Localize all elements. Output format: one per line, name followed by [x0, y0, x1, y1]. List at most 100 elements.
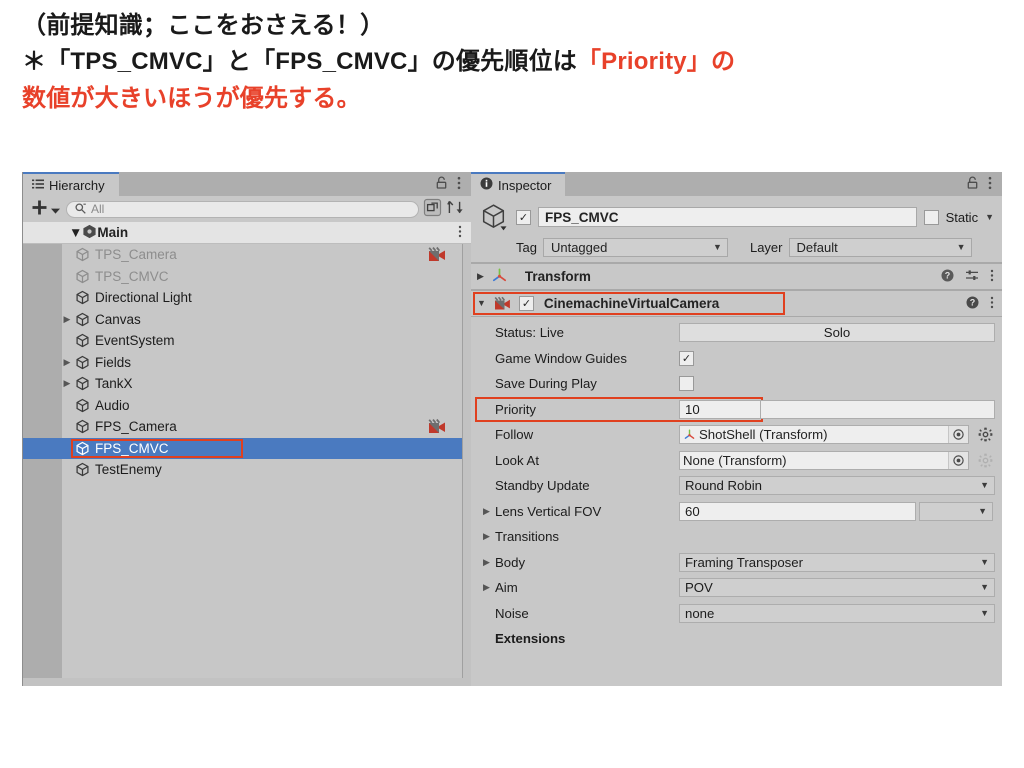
hierarchy-row-list: TPS_Camera TPS_CMVC Directional Light ▶ Canv… — [23, 244, 462, 481]
sort-icon[interactable] — [446, 198, 465, 220]
tab-hierarchy[interactable]: Hierarchy — [23, 172, 119, 196]
open-in-window-icon[interactable] — [423, 198, 442, 220]
lens-preset-dropdown[interactable]: ▼ — [919, 501, 993, 521]
tag-dropdown[interactable]: Untagged ▼ — [542, 238, 728, 257]
component-more-menu-icon[interactable] — [990, 269, 994, 285]
static-checkbox[interactable]: ✓ — [923, 209, 939, 225]
property-row-look-at: Look At None (Transform) — [471, 448, 1002, 474]
foldout-icon[interactable]: ▶ — [61, 378, 73, 389]
hierarchy-item-testenemy[interactable]: TestEnemy — [23, 459, 462, 481]
inspector-tabbar: Inspector — [471, 172, 1002, 196]
gameobject-cube-icon — [75, 462, 90, 477]
property-label: Transitions — [495, 529, 560, 545]
component-header-transform[interactable]: ▶ Transform ? — [471, 263, 1002, 290]
object-name-field[interactable]: FPS_CMVC — [538, 207, 917, 227]
property-row-save-during-play: Save During Play ✓ — [471, 371, 1002, 397]
component-more-menu-icon[interactable] — [990, 296, 994, 312]
chevron-down-icon — [51, 202, 60, 217]
property-dropdown[interactable]: Round Robin ▼ — [679, 476, 995, 496]
property-dropdown-value: Round Robin — [685, 478, 762, 494]
property-row-standby-update: Standby Update Round Robin ▼ — [471, 473, 1002, 499]
hierarchy-item-tps-camera[interactable]: TPS_Camera — [23, 244, 462, 266]
gameobject-cube-icon — [75, 247, 90, 262]
scene-more-menu-icon[interactable] — [458, 225, 462, 241]
inspector-more-menu-icon[interactable] — [988, 176, 992, 193]
slide-root: （前提知識；ここをおさえる！） ＊「TPS_CMVC」と「FPS_CMVC」の優… — [0, 0, 1024, 768]
lens-fov-input[interactable]: 60 — [679, 501, 916, 521]
hierarchy-item-audio[interactable]: Audio — [23, 395, 462, 417]
chevron-down-icon: ▼ — [980, 582, 989, 593]
hierarchy-item-tps-cmvc[interactable]: TPS_CMVC — [23, 266, 462, 288]
priority-input[interactable]: 10 — [679, 399, 761, 419]
create-object-button[interactable] — [29, 199, 62, 219]
property-dropdown-value: POV — [685, 580, 713, 596]
cinemachine-enabled-checkbox[interactable]: ✓ — [518, 296, 534, 311]
lock-icon[interactable] — [436, 176, 447, 192]
preset-settings-icon[interactable] — [965, 269, 979, 285]
layer-dropdown[interactable]: Default ▼ — [788, 238, 972, 257]
hierarchy-item-tankx[interactable]: ▶ TankX — [23, 373, 462, 395]
property-row-aim: ▶ Aim POV ▼ — [471, 575, 1002, 601]
scene-row-main[interactable]: ▼ Main — [23, 222, 471, 244]
cinemachine-component-name: CinemachineVirtualCamera — [543, 296, 720, 311]
hierarchy-item-fps-cmvc[interactable]: FPS_CMVC — [23, 437, 462, 459]
property-dropdown-value: none — [685, 605, 715, 621]
tab-inspector-label: Inspector — [498, 177, 552, 193]
gameobject-icon — [479, 202, 509, 232]
component-header-cinemachine-virtual-camera[interactable]: ▼ ✓ CinemachineVirtualCamera ? — [471, 290, 1002, 317]
property-label: Save During Play — [495, 376, 597, 392]
transform-foldout-icon[interactable]: ▶ — [477, 272, 484, 281]
help-icon[interactable]: ? — [941, 269, 954, 285]
foldout-icon[interactable]: ▶ — [61, 357, 73, 368]
object-picker-icon[interactable] — [948, 451, 968, 469]
object-picker-icon[interactable] — [948, 426, 968, 444]
hierarchy-search-input[interactable]: All — [66, 200, 419, 218]
property-row-extensions: Extensions — [471, 626, 1002, 652]
object-reference-field[interactable]: ShotShell (Transform) — [679, 425, 969, 445]
hierarchy-more-menu-icon[interactable] — [457, 176, 461, 191]
property-label: Game Window Guides — [495, 350, 627, 366]
property-dropdown[interactable]: Framing Transposer ▼ — [679, 552, 995, 572]
object-enabled-checkbox[interactable]: ✓ — [516, 209, 531, 225]
scene-name: Main — [97, 225, 129, 240]
gameobject-cube-icon — [75, 419, 90, 434]
gear-icon[interactable] — [978, 453, 993, 468]
transform-header-actions: ? — [941, 269, 994, 285]
property-dropdown[interactable]: POV ▼ — [679, 578, 995, 598]
hierarchy-items-area: TPS_Camera TPS_CMVC Directional Light ▶ Canv… — [23, 244, 463, 678]
inspector-tag-layer-row: Tag Untagged ▼ Layer Default ▼ — [479, 238, 994, 257]
hierarchy-item-label: Audio — [95, 397, 130, 413]
property-label: Standby Update — [495, 478, 590, 494]
hierarchy-item-canvas[interactable]: ▶ Canvas — [23, 309, 462, 331]
hierarchy-item-fps-camera[interactable]: FPS_Camera — [23, 416, 462, 438]
hierarchy-item-label: Fields — [95, 354, 132, 370]
gear-icon[interactable] — [978, 427, 993, 442]
cinemachine-foldout-icon[interactable]: ▼ — [477, 299, 486, 308]
hierarchy-item-eventsystem[interactable]: EventSystem — [23, 330, 462, 352]
object-reference-field[interactable]: None (Transform) — [679, 450, 969, 470]
svg-text:?: ? — [970, 297, 976, 307]
hierarchy-item-label: TestEnemy — [95, 462, 162, 478]
inspector-name-row: ✓ FPS_CMVC ✓ Static ▼ — [479, 202, 994, 232]
gameobject-cube-icon — [75, 376, 90, 391]
hierarchy-item-fields[interactable]: ▶ Fields — [23, 352, 462, 374]
property-dropdown[interactable]: none ▼ — [679, 603, 995, 623]
priority-input-filler[interactable] — [761, 399, 995, 419]
property-checkbox[interactable]: ✓ — [679, 350, 694, 366]
property-label: Priority — [495, 401, 537, 417]
property-checkbox[interactable]: ✓ — [679, 376, 694, 392]
property-label: Lens Vertical FOV — [495, 503, 602, 519]
tab-inspector[interactable]: Inspector — [471, 172, 566, 196]
help-icon[interactable]: ? — [966, 296, 979, 312]
tag-value: Untagged — [550, 240, 608, 255]
chevron-down-icon: ▼ — [713, 242, 722, 252]
hierarchy-item-directional-light[interactable]: Directional Light — [23, 287, 462, 309]
property-label: Noise — [495, 605, 529, 621]
scene-foldout-icon[interactable]: ▼ — [69, 225, 82, 240]
lock-icon[interactable] — [967, 176, 978, 192]
foldout-icon[interactable]: ▶ — [61, 314, 73, 325]
hierarchy-toolbar: All — [23, 196, 471, 223]
solo-button[interactable]: Solo — [679, 323, 995, 343]
static-dropdown-icon[interactable]: ▼ — [985, 212, 994, 222]
gameobject-cube-icon — [75, 398, 90, 413]
